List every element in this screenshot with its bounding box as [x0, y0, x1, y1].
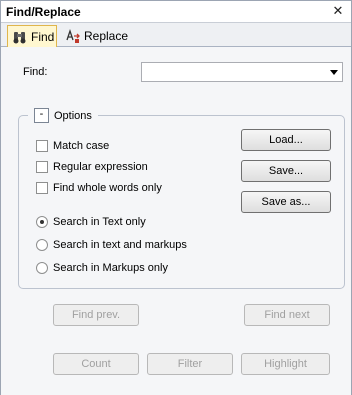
tab-replace[interactable]: Replace — [61, 25, 133, 47]
find-next-button[interactable]: Find next — [244, 304, 330, 326]
checkbox-label: Regular expression — [53, 161, 148, 173]
find-input[interactable] — [142, 63, 322, 81]
count-button[interactable]: Count — [53, 353, 139, 375]
options-header: - Options — [28, 108, 98, 123]
radio-dot[interactable] — [36, 262, 48, 274]
search-text-only-radio[interactable]: Search in Text only — [36, 216, 146, 228]
save-as-button[interactable]: Save as... — [241, 191, 331, 213]
find-prev-button[interactable]: Find prev. — [53, 304, 139, 326]
radio-dot[interactable] — [36, 239, 48, 251]
find-replace-window: Find/Replace ✕ Find Replace Find: - Opti… — [0, 0, 352, 395]
whole-words-checkbox[interactable]: Find whole words only — [36, 182, 162, 194]
radio-label: Search in Markups only — [53, 262, 168, 274]
title-bar: Find/Replace ✕ — [1, 1, 351, 23]
dropdown-arrow-icon[interactable] — [328, 65, 340, 79]
search-text-and-markups-radio[interactable]: Search in text and markups — [36, 239, 187, 251]
window-title: Find/Replace — [6, 5, 81, 19]
radio-label: Search in text and markups — [53, 239, 187, 251]
options-label: Options — [54, 109, 92, 122]
tab-find-label: Find — [31, 29, 55, 44]
checkbox-label: Find whole words only — [53, 182, 162, 194]
highlight-button[interactable]: Highlight — [241, 353, 330, 375]
checkbox-label: Match case — [53, 140, 110, 152]
radio-dot[interactable] — [36, 216, 48, 228]
find-combobox[interactable] — [141, 62, 343, 82]
close-button[interactable]: ✕ — [331, 4, 345, 18]
options-collapse-button[interactable]: - — [34, 108, 49, 123]
checkbox-box[interactable] — [36, 182, 48, 194]
checkbox-box[interactable] — [36, 140, 48, 152]
regular-expression-checkbox[interactable]: Regular expression — [36, 161, 148, 173]
find-label: Find: — [23, 66, 48, 78]
replace-icon — [65, 28, 81, 44]
binoculars-icon — [12, 29, 28, 45]
tab-find[interactable]: Find — [7, 25, 57, 47]
tab-strip: Find Replace — [1, 23, 351, 47]
load-button[interactable]: Load... — [241, 129, 331, 151]
save-button[interactable]: Save... — [241, 160, 331, 182]
match-case-checkbox[interactable]: Match case — [36, 140, 109, 152]
tab-replace-label: Replace — [84, 29, 129, 43]
search-markups-only-radio[interactable]: Search in Markups only — [36, 262, 168, 274]
filter-button[interactable]: Filter — [147, 353, 233, 375]
checkbox-box[interactable] — [36, 161, 48, 173]
radio-label: Search in Text only — [53, 216, 146, 228]
